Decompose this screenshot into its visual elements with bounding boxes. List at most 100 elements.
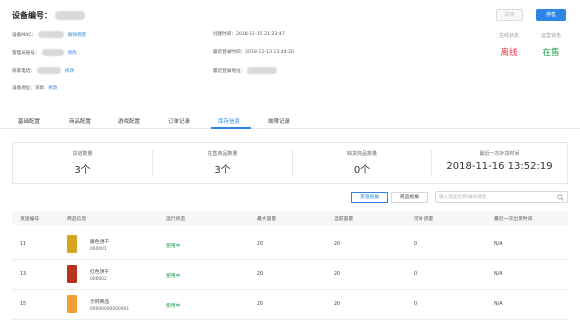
th-last-dispense: 最近一次出货时间 bbox=[494, 217, 533, 222]
address-value: 深圳 bbox=[34, 86, 45, 91]
phone-edit-link[interactable]: 修改 bbox=[65, 69, 74, 74]
cell-current: 20 bbox=[334, 272, 341, 277]
product-thumbnail bbox=[67, 235, 77, 253]
cell-last-dispense: N/A bbox=[494, 242, 503, 247]
operation-status-caption: 运营状态 bbox=[540, 33, 561, 39]
create-time-label: 创建时间： bbox=[213, 32, 236, 37]
cell-status: 使用中 bbox=[166, 244, 181, 249]
product-thumbnail bbox=[67, 265, 77, 283]
stat-caption: 货道数量 bbox=[72, 151, 93, 157]
mac-row: 设备MAC： 解除绑定 bbox=[12, 31, 86, 38]
cell-channel: 13 bbox=[20, 272, 27, 277]
operation-status-value: 在售 bbox=[542, 48, 560, 58]
last-login-label: 最近登录时间： bbox=[213, 50, 246, 55]
stat-value: 3个 bbox=[74, 165, 91, 176]
cell-max: 20 bbox=[257, 302, 264, 307]
manager-label: 管理员账号： bbox=[12, 51, 40, 56]
online-status-value: 离线 bbox=[500, 48, 518, 58]
cell-max: 20 bbox=[257, 272, 264, 277]
stat-caption: 在售商品数量 bbox=[207, 151, 238, 157]
product-name: 红色饼干 bbox=[90, 270, 110, 275]
stop-sale-button[interactable]: 停售 bbox=[536, 9, 566, 21]
cell-last-dispense: N/A bbox=[494, 302, 503, 307]
stat-caption: 最近一次补货时间 bbox=[479, 151, 520, 157]
th-current-capacity: 当前容量 bbox=[334, 217, 354, 222]
active-tab-indicator bbox=[211, 127, 251, 129]
stat-value: 0个 bbox=[353, 165, 371, 176]
last-login-addr-row: 最近登录地址： bbox=[213, 67, 278, 74]
search-input[interactable] bbox=[439, 193, 551, 202]
product-thumbnail bbox=[67, 295, 77, 313]
stat-out-of-stock-count: 缺货商品数量 0个 bbox=[293, 143, 431, 183]
cell-restock: 0 bbox=[414, 302, 418, 307]
stat-caption: 缺货商品数量 bbox=[346, 151, 377, 157]
cell-restock: 0 bbox=[414, 272, 418, 277]
phone-value-redacted bbox=[36, 67, 61, 74]
cell-last-dispense: N/A bbox=[494, 272, 503, 277]
operation-status: 运营状态 在售 bbox=[536, 32, 566, 58]
tab-fault-records[interactable]: 故障记录 bbox=[268, 117, 290, 125]
mac-value-redacted bbox=[38, 31, 65, 38]
product-name: 示例商品 bbox=[90, 300, 110, 305]
cell-channel: 11 bbox=[20, 242, 27, 247]
th-run-status: 运行状态 bbox=[166, 217, 186, 222]
cell-status: 使用中 bbox=[166, 274, 181, 279]
cell-restock: 0 bbox=[414, 242, 418, 247]
th-max-capacity: 最大容量 bbox=[257, 217, 277, 222]
last-login-addr-redacted bbox=[247, 67, 278, 74]
address-edit-link[interactable]: 修改 bbox=[48, 86, 57, 91]
device-id-redacted bbox=[55, 11, 85, 20]
last-login-addr-label: 最近登录地址： bbox=[213, 69, 246, 74]
table-row[interactable]: 11 藤色饼干 000001 使用中 20 20 0 N/A bbox=[12, 230, 568, 260]
product-code: 00000000000001 bbox=[90, 307, 130, 312]
product-view-toggle[interactable]: 商品视角 bbox=[391, 192, 428, 203]
stat-value: 3个 bbox=[214, 165, 231, 176]
cell-max: 20 bbox=[257, 242, 264, 247]
last-login-value: 2018-11-13 13:44:20 bbox=[245, 50, 294, 55]
create-time-row: 创建时间：2018-11-15 21:23:47 bbox=[213, 31, 285, 37]
tab-bar: 基础配置 商品配置 游戏配置 订单记录 库存信息 故障记录 bbox=[0, 113, 580, 129]
device-label: 设备编号： bbox=[12, 11, 52, 20]
unbind-link[interactable]: 解除绑定 bbox=[68, 33, 86, 38]
th-product-info: 商品信息 bbox=[67, 217, 87, 222]
table-row[interactable]: 13 红色饼干 000002 使用中 20 20 0 N/A bbox=[12, 260, 568, 290]
address-label: 设备地址： bbox=[12, 86, 35, 91]
tab-basic-config[interactable]: 基础配置 bbox=[18, 117, 40, 125]
create-time-value: 2018-11-15 21:23:47 bbox=[235, 32, 285, 37]
product-name: 藤色饼干 bbox=[90, 240, 110, 245]
tab-inventory[interactable]: 库存信息 bbox=[218, 117, 240, 125]
product-code: 000002 bbox=[90, 277, 107, 282]
tab-product-config[interactable]: 商品配置 bbox=[69, 117, 91, 125]
tab-game-config[interactable]: 游戏配置 bbox=[118, 117, 140, 125]
inventory-stats: 货道数量 3个 在售商品数量 3个 缺货商品数量 0个 最近一次补货时间 201… bbox=[12, 142, 568, 184]
manager-row: 管理员账号： 修改 bbox=[12, 49, 77, 56]
address-row: 设备地址：深圳 修改 bbox=[12, 85, 57, 91]
search-box bbox=[435, 191, 568, 203]
table-row[interactable]: 15 示例商品 00000000000001 使用中 20 20 0 N/A bbox=[12, 290, 568, 320]
cell-channel: 15 bbox=[20, 302, 27, 307]
stat-last-restock: 最近一次补货时间 2018-11-16 13:52:19 bbox=[432, 143, 567, 183]
manager-edit-link[interactable]: 修改 bbox=[68, 51, 77, 56]
stat-on-sale-count: 在售商品数量 3个 bbox=[153, 143, 292, 183]
cell-status: 使用中 bbox=[166, 304, 181, 309]
tab-order-records[interactable]: 订单记录 bbox=[168, 117, 190, 125]
product-code: 000001 bbox=[90, 247, 107, 252]
last-login-row: 最近登录时间：2018-11-13 13:44:20 bbox=[213, 49, 294, 55]
phone-label: 商家电话： bbox=[12, 69, 35, 74]
search-icon[interactable] bbox=[557, 194, 564, 201]
device-title: 设备编号： bbox=[12, 10, 85, 21]
th-channel: 货道编号 bbox=[20, 217, 40, 222]
enable-button[interactable]: 启用 bbox=[496, 9, 523, 21]
stat-value: 2018-11-16 13:52:19 bbox=[446, 161, 553, 172]
table-header: 货道编号 商品信息 运行状态 最大容量 当前容量 可补货量 最近一次出货时间 bbox=[12, 211, 568, 225]
online-status: 在线状态 离线 bbox=[494, 32, 524, 58]
manager-value-redacted bbox=[41, 49, 64, 56]
online-status-caption: 在线状态 bbox=[498, 33, 519, 39]
mac-label: 设备MAC： bbox=[12, 33, 37, 38]
stat-channel-count: 货道数量 3个 bbox=[13, 143, 152, 183]
th-restockable: 可补货量 bbox=[414, 217, 434, 222]
phone-row: 商家电话： 修改 bbox=[12, 67, 74, 74]
cell-current: 20 bbox=[334, 242, 341, 247]
channel-view-toggle[interactable]: 货道视角 bbox=[351, 192, 388, 203]
cell-current: 20 bbox=[334, 302, 341, 307]
